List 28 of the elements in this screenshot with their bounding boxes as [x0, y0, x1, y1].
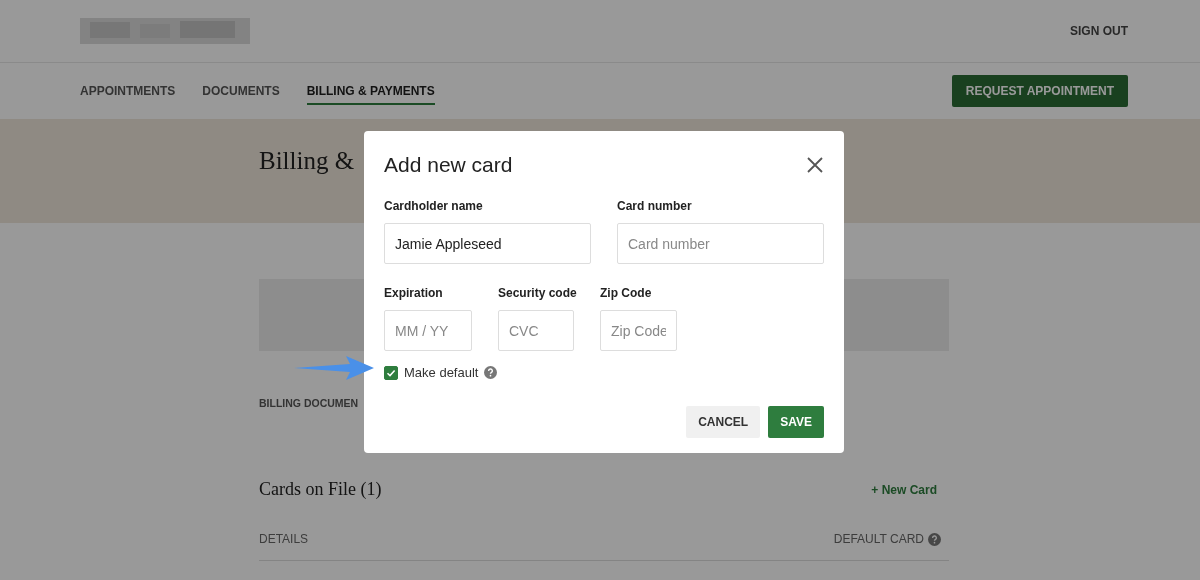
input-field[interactable]: CVC: [498, 310, 574, 351]
help-icon[interactable]: [928, 532, 941, 546]
request-appointment-button[interactable]: REQUEST APPOINTMENT: [951, 75, 1128, 107]
input-field[interactable]: MM / YY: [384, 310, 472, 351]
column-header: DEFAULT CARD: [833, 532, 924, 546]
cancel-button[interactable]: CANCEL: [686, 406, 761, 438]
field-label: Zip Code: [600, 286, 653, 300]
cards-heading: Cards on File (1): [259, 479, 382, 500]
checkbox[interactable]: [384, 365, 398, 380]
dialog-title: Add new card: [384, 153, 513, 177]
field-label: Card number: [617, 199, 693, 213]
section-label: BILLING DOCUMEN: [259, 397, 359, 409]
new-card-link[interactable]: + New Card: [871, 482, 937, 497]
input-field[interactable]: Jamie Appleseed: [384, 223, 591, 264]
field-label: Expiration: [384, 286, 444, 300]
help-icon[interactable]: [484, 366, 498, 379]
nav-tab[interactable]: BILLING & PAYMENTS: [306, 77, 435, 105]
nav-tab[interactable]: APPOINTMENTS: [80, 77, 176, 105]
nav-tab[interactable]: DOCUMENTS: [202, 77, 280, 105]
input-field[interactable]: Card number: [617, 223, 824, 264]
close-button[interactable]: [806, 156, 824, 174]
save-button[interactable]: SAVE: [768, 406, 824, 438]
page-title: Billing &: [259, 147, 355, 175]
field-label: Cardholder name: [384, 199, 484, 213]
checkmark-icon: [386, 367, 396, 378]
checkbox-label: Make default: [404, 365, 479, 380]
column-header: DETAILS: [259, 532, 309, 546]
sign-out-link[interactable]: SIGN OUT: [1070, 24, 1128, 38]
